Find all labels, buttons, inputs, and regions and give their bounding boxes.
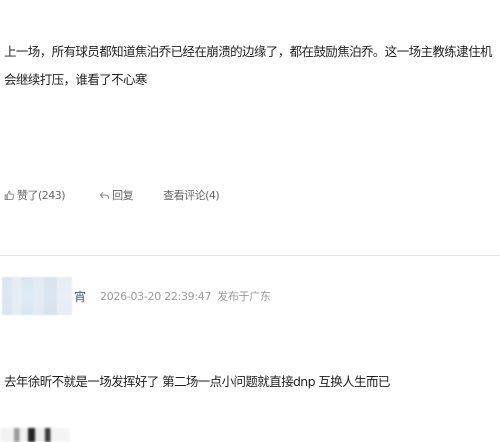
like-count: 赞了(243) [17, 189, 66, 202]
like-button[interactable]: 赞了(243) [4, 187, 66, 203]
comment-text: 去年徐昕不就是一场发挥好了 第二场一点小问题就直接dnp 互换人生而已 [4, 374, 390, 389]
thumbs-up-icon [4, 190, 15, 200]
view-comments-label: 查看评论(4) [163, 189, 220, 202]
comment-header: 宵 2026-03-20 22:39:47 发布于广东 [2, 276, 271, 316]
comment-username[interactable]: 宵 [74, 288, 86, 305]
reply-label: 回复 [112, 189, 134, 202]
post-actions: 赞了(243) 回复 查看评论(4) [4, 185, 220, 205]
avatar[interactable] [2, 277, 72, 315]
post-text: 上一场，所有球员都知道焦泊乔已经在崩溃的边缘了，都在鼓励焦泊乔。这一场主教练逮住… [4, 44, 493, 87]
comment-location: 发布于广东 [217, 290, 271, 303]
reply-icon [99, 191, 110, 199]
divider [0, 255, 500, 256]
comment-timestamp: 2026-03-20 22:39:47 [100, 289, 212, 303]
reply-button[interactable]: 回复 [99, 187, 134, 203]
view-comments-link[interactable]: 查看评论(4) [163, 187, 220, 203]
